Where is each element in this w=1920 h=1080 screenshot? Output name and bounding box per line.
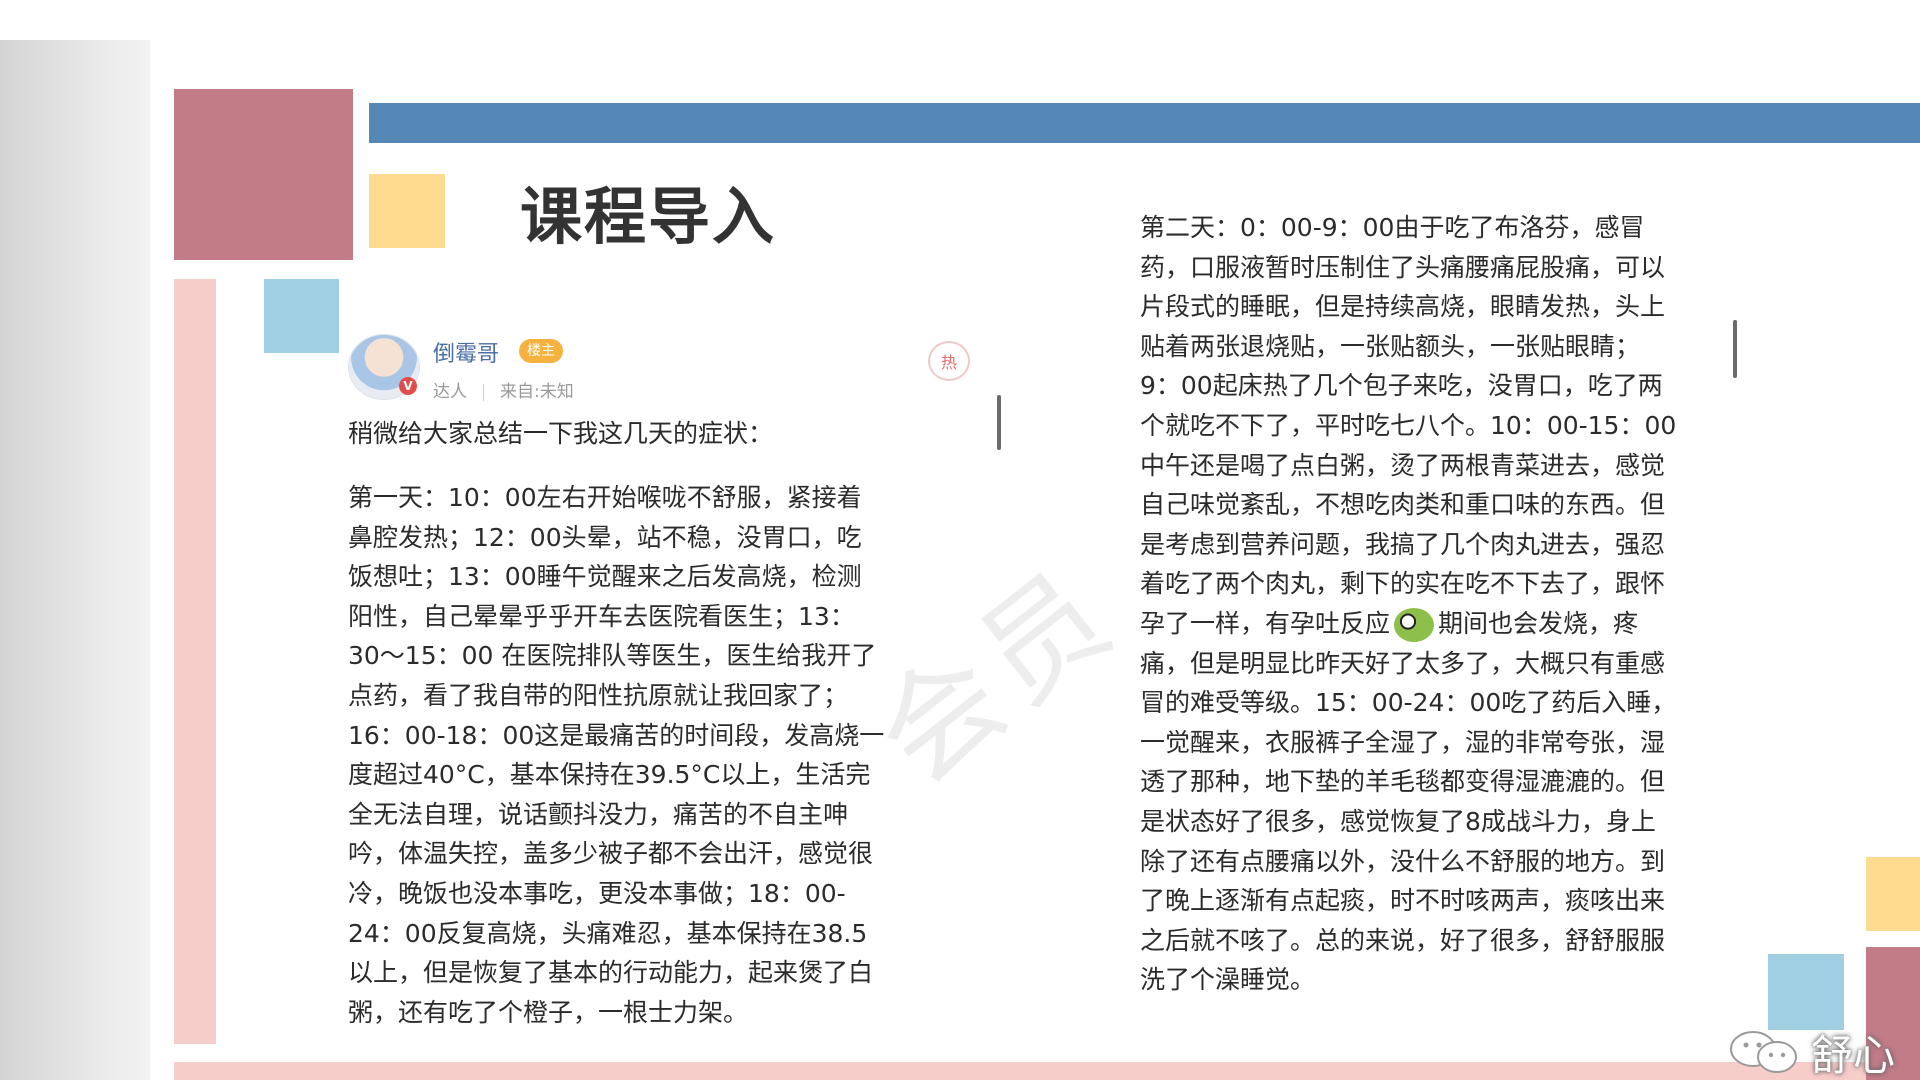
post-source: 来自:未知 [500, 382, 574, 402]
wechat-brand: 舒心 [1727, 1024, 1895, 1080]
emoji-line: 孕了一样，有孕吐反应 期间也会发烧，疼 [1140, 604, 1676, 644]
nauseated-face-icon [1394, 607, 1435, 642]
username[interactable]: 倒霉哥 [433, 336, 499, 368]
day-one-text: 第一天：10：00左右开始喉咙不舒服，紧接着 鼻腔发热；12：00头晕，站不稳，没… [348, 478, 884, 1032]
text-line: 一觉醒来，衣服裤子全湿了，湿的非常夸张，湿 [1140, 727, 1666, 757]
verified-badge: V [399, 377, 417, 395]
text-line: 之后就不咳了。总的来说，好了很多，舒舒服服 [1140, 925, 1666, 955]
text-line: 第一天：10：00左右开始喉咙不舒服，紧接着 [348, 483, 862, 512]
text-line: 鼻腔发热；12：00头晕，站不稳，没胃口，吃 [348, 522, 862, 552]
text-line: 粥，还有吃了个橙子，一根士力架。 [348, 997, 749, 1027]
text-line: 点药，看了我自带的阳性抗原就让我回家了； [348, 680, 849, 710]
text-line: 洗了个澡睡觉。 [1140, 965, 1316, 995]
text-line: 着吃了两个肉丸，剩下的实在吃不下去了，跟怀 [1140, 569, 1666, 599]
scrollbar-left[interactable] [997, 395, 1001, 450]
pink-vertical-bar [174, 279, 216, 1044]
text-line: 吟，体温失控，盖多少被子都不会出汗，感觉很 [348, 839, 874, 869]
text-line: 阳性，自己晕晕乎乎开车去医院看医生；13： [348, 601, 855, 631]
text-line: 是状态好了很多，感觉恢复了8成战斗力，身上 [1140, 806, 1656, 836]
text-line: 冒的难受等级。15：00-24：00吃了药后入睡， [1140, 688, 1677, 718]
text-line: 24：00反复高烧，头痛难忍，基本保持在38.5 [348, 918, 868, 948]
text-line: 16：00-18：00这是最痛苦的时间段，发高烧一 [348, 720, 885, 750]
text-line: 透了那种，地下垫的羊毛毯都变得湿漉漉的。但 [1140, 767, 1666, 797]
text-line: 9：00起床热了几个包子来吃，没胃口，吃了两 [1140, 371, 1663, 401]
left-gradient-band [0, 40, 150, 1080]
post-intro: 稍微给大家总结一下我这几天的症状： [348, 419, 774, 448]
blue-corner-decoration [1768, 954, 1844, 1030]
yellow-square-decoration [369, 174, 445, 248]
text-line: 第二天：0：00-9：00由于吃了布洛芬，感冒 [1140, 213, 1645, 242]
text-line: 药，口服液暂时压制住了头痛腰痛屁股痛，可以 [1140, 252, 1666, 282]
emoji-line-before: 孕了一样，有孕吐反应 [1140, 608, 1391, 638]
text-line: 片段式的睡眠，但是持续高烧，眼睛发热，头上 [1140, 292, 1666, 322]
owner-tag: 楼主 [519, 339, 563, 363]
meta-divider [483, 383, 484, 401]
emoji-line-after: 期间也会发烧，疼 [1438, 608, 1639, 638]
text-line: 了晚上逐渐有点起痰，时不时咳两声，痰咳出来 [1140, 886, 1666, 916]
text-line: 冷，晚饭也没本事吃，更没本事做；18：00- [348, 878, 846, 908]
brand-name: 舒心 [1811, 1030, 1896, 1080]
yellow-corner-decoration [1866, 857, 1920, 931]
text-line: 饭想吐；13：00睡午觉醒来之后发高烧，检测 [348, 562, 862, 592]
slide-title: 课程导入 [520, 180, 777, 253]
text-line: 中午还是喝了点白粥，烫了两根青菜进去，感觉 [1140, 450, 1666, 480]
text-line: 是考虑到营养问题，我搞了几个肉丸进去，强忍 [1140, 529, 1666, 559]
text-line: 度超过40°C，基本保持在39.5°C以上，生活完 [348, 760, 871, 790]
text-line: 贴着两张退烧贴，一张贴额头，一张贴眼睛； [1140, 331, 1641, 361]
text-line: 痛，但是明显比昨天好了太多了，大概只有重感 [1140, 648, 1666, 678]
day-two-text: 第二天：0：00-9：00由于吃了布洛芬，感冒 药，口服液暂时压制住了头痛腰痛屁股… [1140, 208, 1676, 1000]
text-line: 除了还有点腰痛以外，没什么不舒服的地方。到 [1140, 846, 1666, 876]
hot-badge: 热 [928, 341, 970, 381]
pink-bottom-bar [174, 1062, 1920, 1080]
scrollbar-right[interactable] [1733, 320, 1737, 378]
text-line: 自己味觉紊乱，不想吃肉类和重口味的东西。但 [1140, 490, 1666, 520]
lightblue-square-decoration [264, 279, 339, 353]
slide-canvas: 课程导入 会员 V 倒霉哥 楼主 达人 来自:未知 热 稍微给大家总结一下我这几天… [0, 0, 1920, 1080]
blue-header-bar [369, 103, 1920, 143]
user-level: 达人 [433, 382, 467, 402]
wechat-icon [1727, 1029, 1799, 1075]
text-line: 个就吃不下了，平时吃七八个。10：00-15：00 [1140, 410, 1677, 440]
top-margin [0, 0, 1920, 40]
text-line: 30～15：00 在医院排队等医生，医生给我开了 [348, 641, 877, 671]
user-meta: 达人 来自:未知 [433, 377, 574, 402]
text-line: 以上，但是恢复了基本的行动能力，起来煲了白 [348, 958, 874, 988]
rose-square-decoration [174, 89, 353, 260]
text-line: 全无法自理，说话颤抖没力，痛苦的不自主呻 [348, 799, 849, 829]
